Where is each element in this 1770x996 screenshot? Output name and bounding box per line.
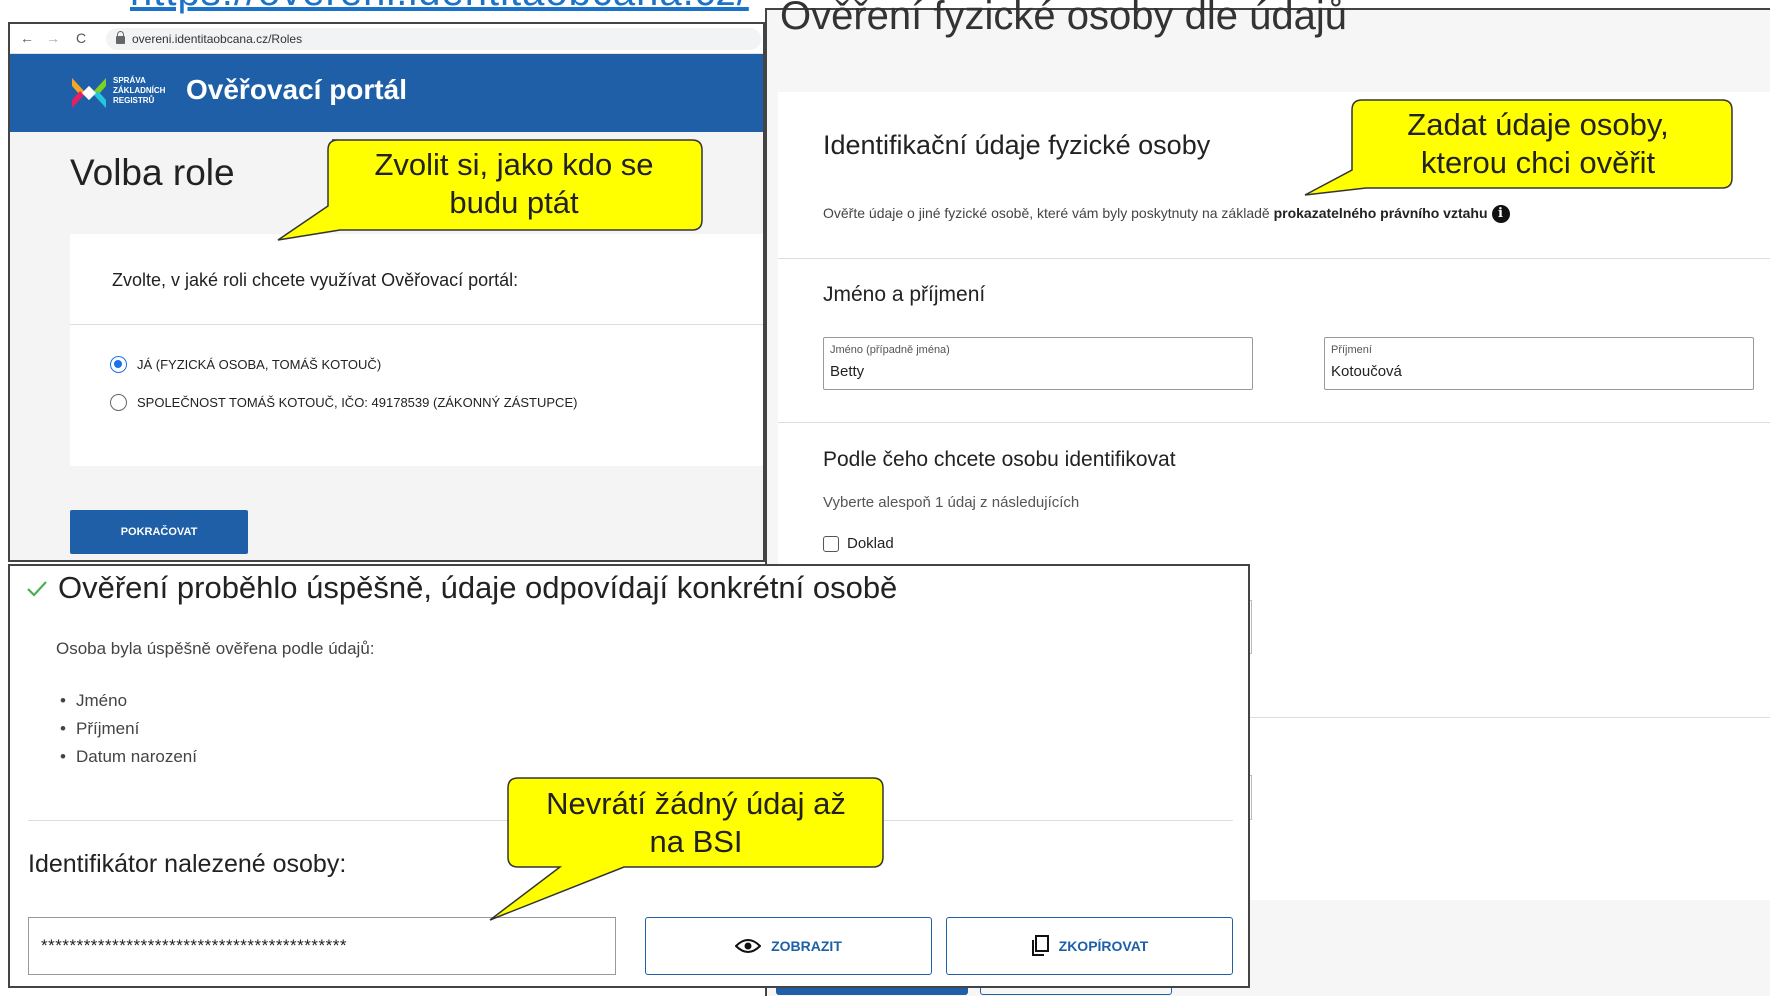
show-identifier-button[interactable]: ZOBRAZIT bbox=[645, 917, 932, 975]
doklad-checkbox-row[interactable]: Doklad bbox=[823, 535, 894, 552]
role-selection-browser: ← → C overeni.identitaobcana.cz/Roles SP… bbox=[8, 22, 765, 562]
divider bbox=[778, 258, 1770, 259]
callout-line: na BSI bbox=[649, 824, 743, 859]
role-question: Zvolte, v jaké roli chcete využívat Ověř… bbox=[112, 270, 519, 290]
portal-title: Ověřovací portál bbox=[186, 74, 407, 105]
radio-button[interactable] bbox=[110, 394, 127, 411]
continue-button[interactable]: POKRAČOVAT bbox=[70, 510, 248, 554]
copy-icon bbox=[1031, 935, 1049, 956]
callout-role-choice: Zvolit si, jako kdo se budu ptát bbox=[326, 146, 702, 222]
address-bar[interactable]: overeni.identitaobcana.cz/Roles bbox=[106, 28, 761, 50]
radio-button-selected[interactable] bbox=[110, 356, 127, 373]
address-url: overeni.identitaobcana.cz/Roles bbox=[132, 32, 303, 46]
identification-description-text: Ověřte údaje o jiné fyzické osobě, které… bbox=[823, 205, 1274, 221]
szr-logo-text: SPRÁVA ZÁKLADNÍCH REGISTRŮ bbox=[113, 76, 165, 106]
last-name-field[interactable]: Příjmení Kotoučová bbox=[1324, 337, 1754, 390]
callout-no-data-returned: Nevrátí žádný údaj až na BSI bbox=[510, 785, 882, 861]
name-section-heading: Jméno a příjmení bbox=[823, 283, 986, 306]
callout-enter-details: Zadat údaje osoby, kterou chci ověřit bbox=[1350, 106, 1726, 182]
verified-field-item: Datum narození bbox=[60, 747, 197, 767]
verified-field-item: Jméno bbox=[60, 691, 127, 711]
reload-icon[interactable]: C bbox=[76, 30, 86, 46]
callout-line: Zvolit si, jako kdo se bbox=[374, 147, 654, 182]
identifier-field[interactable]: ****************************************… bbox=[28, 917, 616, 975]
last-name-label: Příjmení bbox=[1331, 344, 1372, 356]
checkmark-icon bbox=[27, 581, 47, 597]
first-name-value: Betty bbox=[830, 363, 865, 380]
logo-line: SPRÁVA bbox=[113, 76, 146, 85]
callout-line: kterou chci ověřit bbox=[1420, 145, 1656, 180]
lock-icon bbox=[116, 31, 125, 44]
logo-line: ZÁKLADNÍCH bbox=[113, 86, 166, 95]
role-option-label: JÁ (FYZICKÁ OSOBA, TOMÁŠ KOTOUČ) bbox=[137, 357, 382, 372]
identification-heading: Identifikační údaje fyzické osoby bbox=[823, 130, 1211, 160]
doklad-label: Doklad bbox=[847, 535, 894, 552]
eye-icon bbox=[735, 939, 762, 953]
divider bbox=[1250, 717, 1770, 718]
browser-toolbar: ← → C overeni.identitaobcana.cz/Roles bbox=[10, 24, 763, 54]
copy-button-label: ZKOPÍROVAT bbox=[1058, 938, 1149, 954]
role-card: Zvolte, v jaké roli chcete využívat Ověř… bbox=[70, 234, 763, 466]
result-description: Osoba byla úspěšně ověřena podle údajů: bbox=[56, 639, 375, 658]
callout-line: budu ptát bbox=[449, 185, 579, 220]
info-icon[interactable]: i bbox=[1491, 205, 1510, 224]
doklad-checkbox[interactable] bbox=[823, 535, 839, 552]
role-option-company[interactable]: SPOLEČNOST TOMÁŠ KOTOUČ, IČO: 49178539 (… bbox=[110, 394, 577, 411]
role-option-label: SPOLEČNOST TOMÁŠ KOTOUČ, IČO: 49178539 (… bbox=[137, 395, 578, 410]
last-name-value: Kotoučová bbox=[1331, 363, 1402, 380]
portal-header: SPRÁVA ZÁKLADNÍCH REGISTRŮ Ověřovací por… bbox=[10, 54, 763, 132]
role-option-self[interactable]: JÁ (FYZICKÁ OSOBA, TOMÁŠ KOTOUČ) bbox=[110, 356, 381, 373]
identifier-label: Identifikátor nalezené osoby: bbox=[28, 850, 347, 878]
verified-field-item: Příjmení bbox=[60, 719, 139, 739]
identify-by-heading: Podle čeho chcete osobu identifikovat bbox=[823, 448, 1176, 471]
callout-line: Zadat údaje osoby, bbox=[1407, 107, 1669, 142]
legal-relationship-link[interactable]: prokazatelného právního vztahu bbox=[1274, 205, 1488, 221]
first-name-field[interactable]: Jméno (případně jména) Betty bbox=[823, 337, 1253, 390]
success-title: Ověření proběhlo úspěšně, údaje odpovída… bbox=[58, 570, 898, 605]
show-button-label: ZOBRAZIT bbox=[771, 938, 842, 954]
identification-description: Ověřte údaje o jiné fyzické osobě, které… bbox=[823, 205, 1510, 224]
first-name-label: Jméno (případně jména) bbox=[830, 344, 950, 356]
back-arrow-icon[interactable]: ← bbox=[20, 30, 34, 46]
logo-line: REGISTRŮ bbox=[113, 96, 155, 105]
callout-line: Nevrátí žádný údaj až bbox=[546, 786, 846, 821]
success-message: Ověření proběhlo úspěšně, údaje odpovída… bbox=[26, 570, 897, 606]
forward-arrow-icon[interactable]: → bbox=[46, 30, 60, 46]
szr-logo-icon bbox=[72, 78, 106, 108]
form-page-title: Ověření fyzické osoby dle údajů bbox=[780, 0, 1347, 38]
divider bbox=[70, 324, 763, 325]
identify-by-hint: Vyberte alespoň 1 údaj z následujících bbox=[823, 494, 1080, 511]
role-page-title: Volba role bbox=[70, 152, 235, 193]
page-url-link[interactable]: https://overeni.identitaobcana.cz/ bbox=[130, 0, 749, 15]
copy-identifier-button[interactable]: ZKOPÍROVAT bbox=[946, 917, 1233, 975]
divider bbox=[778, 422, 1770, 423]
